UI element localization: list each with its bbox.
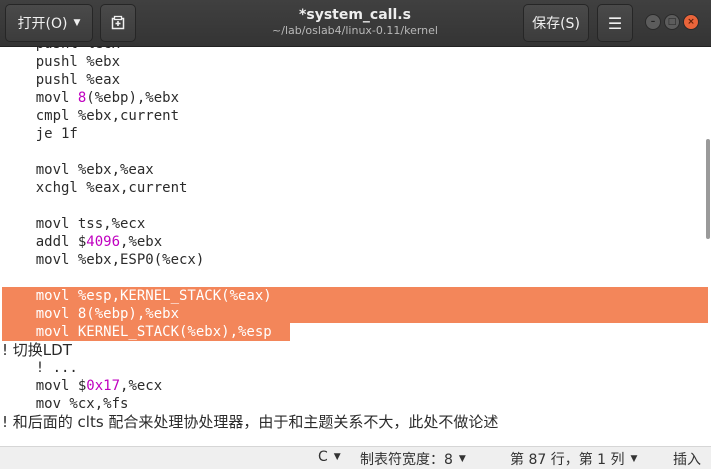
code-text: (%ebp),%ebx — [86, 90, 180, 106]
open-label: 打开(O) — [17, 16, 68, 32]
code-text: ,%ebx — [120, 234, 163, 250]
code-text: movl $ — [2, 378, 87, 394]
numeric-literal: 0x17 — [86, 378, 121, 394]
chevron-down-icon: ▼ — [333, 452, 341, 462]
chevron-down-icon: ▼ — [458, 454, 466, 464]
new-document-icon — [111, 15, 125, 30]
chevron-down-icon: ▼ — [73, 18, 81, 28]
code-text: ,%ecx — [120, 378, 163, 394]
tab-width-label: 制表符宽度：8 — [360, 452, 453, 468]
code-editor[interactable]: pushl %ecx pushl %ebx pushl %eax movl 8(… — [0, 47, 711, 446]
code-line[interactable] — [2, 197, 708, 215]
save-button[interactable]: 保存(S) — [523, 4, 589, 42]
code-line[interactable]: cmpl %ebx,current — [2, 107, 708, 125]
tab-width-selector[interactable]: 制表符宽度：8 ▼ — [360, 449, 466, 469]
selected-code-line[interactable]: movl %esp,KERNEL_STACK(%eax) — [2, 287, 708, 305]
code-line[interactable]: pushl %eax — [2, 71, 708, 89]
selected-code-line[interactable]: movl 8(%ebp),%ebx — [2, 305, 708, 323]
code-line[interactable]: ! 和后面的 clts 配合来处理协处理器，由于和主题关系不大，此处不做论述 — [2, 413, 708, 431]
code-line[interactable]: addl $4096,%ebx — [2, 233, 708, 251]
code-line[interactable] — [2, 143, 708, 161]
insert-mode-indicator[interactable]: 插入 — [673, 449, 701, 469]
code-line[interactable]: ! ... — [2, 359, 708, 377]
window-title: *system_call.s — [299, 7, 411, 23]
code-line[interactable]: movl 8(%ebp),%ebx — [2, 89, 708, 107]
code-line[interactable]: movl %ebx,ESP0(%ecx) — [2, 251, 708, 269]
new-document-button[interactable] — [100, 4, 136, 42]
code-line[interactable]: je 1f — [2, 125, 708, 143]
header-bar: 打开(O) ▼ *system_call.s ~/lab/oslab4/linu… — [0, 0, 711, 47]
code-line[interactable]: movl $0x17,%ecx — [2, 377, 708, 395]
selected-code-line[interactable]: movl KERNEL_STACK(%ebx),%esp — [2, 323, 290, 341]
menu-button[interactable]: ☰ — [597, 4, 633, 42]
code-line[interactable]: mov %cx,%fs — [2, 395, 708, 413]
language-label: C — [318, 449, 328, 465]
insert-mode-label: 插入 — [673, 452, 701, 468]
code-text: movl — [2, 90, 78, 106]
maximize-icon[interactable]: □ — [664, 14, 680, 30]
scrollbar[interactable] — [706, 139, 710, 239]
cursor-position-selector[interactable]: 第 87 行，第 1 列 ▼ — [510, 449, 637, 469]
language-selector[interactable]: C ▼ — [318, 449, 341, 465]
cursor-position-label: 第 87 行，第 1 列 — [510, 452, 625, 468]
code-line[interactable]: xchgl %eax,current — [2, 179, 708, 197]
hamburger-icon: ☰ — [607, 13, 623, 33]
code-line[interactable]: pushl %ebx — [2, 53, 708, 71]
code-line[interactable]: movl tss,%ecx — [2, 215, 708, 233]
window-controls: – □ × — [645, 14, 699, 30]
code-line[interactable]: ! 切换LDT — [2, 341, 708, 359]
status-bar: C ▼ 制表符宽度：8 ▼ 第 87 行，第 1 列 ▼ 插入 — [0, 446, 711, 469]
open-button[interactable]: 打开(O) ▼ — [5, 4, 93, 42]
code-lines: pushl %ecx pushl %ebx pushl %eax movl 8(… — [2, 47, 708, 431]
title-area: *system_call.s ~/lab/oslab4/linux-0.11/k… — [200, 6, 510, 38]
window-subtitle: ~/lab/oslab4/linux-0.11/kernel — [272, 24, 438, 37]
numeric-literal: 4096 — [86, 234, 121, 250]
code-line[interactable] — [2, 269, 708, 287]
chevron-down-icon: ▼ — [630, 454, 638, 464]
code-line[interactable]: movl %ebx,%eax — [2, 161, 708, 179]
minimize-icon[interactable]: – — [645, 14, 661, 30]
code-text: addl $ — [2, 234, 87, 250]
close-icon[interactable]: × — [683, 14, 699, 30]
